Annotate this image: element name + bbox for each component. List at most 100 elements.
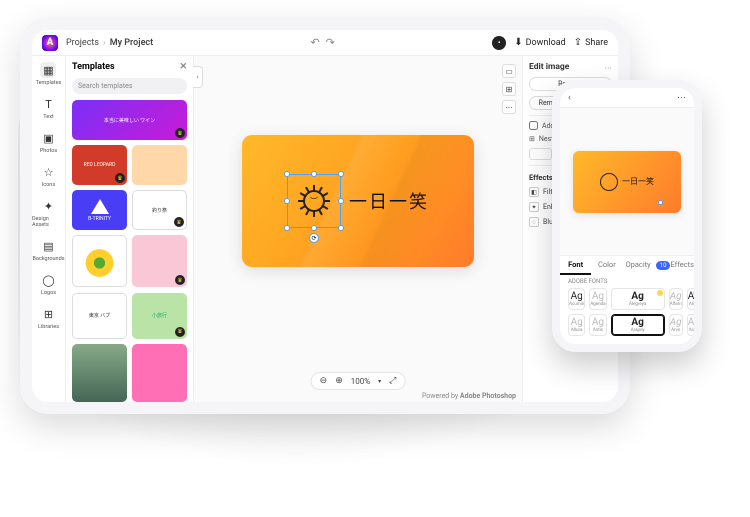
width-field[interactable] xyxy=(529,148,552,160)
templates-panel: Templates ✕ Search templates 本当に美味しい ワイン… xyxy=(66,56,194,402)
tablet-frame: A Projects › My Project ↶ ↷ • ⬇Download … xyxy=(20,18,630,414)
resize-handle[interactable] xyxy=(284,225,290,231)
resize-handle[interactable] xyxy=(284,198,290,204)
font-option-selected[interactable]: AgArapey xyxy=(611,314,665,336)
template-card[interactable]: B-TRINITY xyxy=(72,190,127,230)
share-button[interactable]: ⇪Share xyxy=(574,37,608,48)
phone-tabs: Font Color Opacity 10Effects xyxy=(560,255,694,275)
resize-handle[interactable] xyxy=(338,171,344,177)
page-tool[interactable]: ▭ xyxy=(502,64,516,78)
template-card[interactable]: ♛ xyxy=(132,235,187,287)
zoom-out-icon[interactable]: ⊖ xyxy=(320,376,328,386)
zoom-level[interactable]: 100% xyxy=(351,377,370,386)
resize-handle[interactable] xyxy=(284,171,290,177)
template-card[interactable]: 本当に美味しい ワイン♛ xyxy=(72,100,187,140)
share-icon: ⇪ xyxy=(574,37,582,48)
phone-artboard[interactable]: 一日一笑 xyxy=(573,151,681,213)
template-card[interactable]: 東京 バブ xyxy=(72,293,127,339)
phone-topbar: ‹ ⋯ xyxy=(560,88,694,108)
page-tool[interactable]: ⋯ xyxy=(502,100,516,114)
templates-title: Templates xyxy=(72,62,115,72)
undo-icon[interactable]: ↶ xyxy=(310,36,319,49)
template-card[interactable] xyxy=(132,344,187,402)
page-tool[interactable]: ⊞ xyxy=(502,82,516,96)
breadcrumb-root[interactable]: Projects xyxy=(66,38,99,48)
template-card[interactable]: 釣り祭♛ xyxy=(132,190,187,230)
font-option[interactable]: AgAcumin xyxy=(568,288,585,310)
resize-handle[interactable] xyxy=(658,200,663,205)
expand-icon[interactable]: ⤢ xyxy=(389,376,396,386)
resize-handle[interactable] xyxy=(338,198,344,204)
brand-logo[interactable]: A xyxy=(42,35,58,51)
premium-icon xyxy=(693,290,699,296)
font-option[interactable]: AgAlfarn xyxy=(669,288,683,310)
premium-icon xyxy=(657,290,663,296)
panel-title: Edit image xyxy=(529,62,569,72)
tab-font[interactable]: Font xyxy=(560,256,591,275)
fonts-source-label: ADOBE FONTS xyxy=(560,275,694,288)
footer-text: Powered by Adobe Photoshop xyxy=(422,392,516,400)
sun-graphic xyxy=(600,173,618,191)
nav-photos[interactable]: ▣Photos xyxy=(40,130,57,154)
rotate-handle[interactable]: ⟳ xyxy=(309,233,319,243)
text-icon: T xyxy=(41,96,57,112)
back-button[interactable]: ‹ xyxy=(568,93,571,103)
user-avatar[interactable]: • xyxy=(492,36,506,50)
resize-handle[interactable] xyxy=(338,225,344,231)
search-input[interactable]: Search templates xyxy=(72,78,187,94)
add-to-background-checkbox[interactable] xyxy=(529,121,538,130)
phone-frame: ‹ ⋯ 一日一笑 Font Color Opacity 10Effects AD… xyxy=(552,80,702,352)
nav-logos[interactable]: ◯Logos xyxy=(41,272,57,296)
font-option[interactable]: AgAgenda xyxy=(589,288,606,310)
breadcrumb-project[interactable]: My Project xyxy=(110,38,153,48)
blur-icon: ◌ xyxy=(529,217,539,227)
template-card[interactable]: RED LEOPARD♛ xyxy=(72,145,127,185)
collapse-panel-button[interactable]: ‹ xyxy=(193,66,203,88)
libraries-icon: ⊞ xyxy=(41,306,57,322)
font-option[interactable]: AgArvo xyxy=(669,314,683,336)
nav-icons[interactable]: ☆Icons xyxy=(41,164,57,188)
font-option[interactable]: AgAsap xyxy=(687,314,701,336)
assets-icon: ✦ xyxy=(41,198,57,214)
icons-icon: ☆ xyxy=(41,164,57,180)
panel-more-icon[interactable]: ⋯ xyxy=(605,63,613,72)
canvas[interactable]: ‹ ▭ ⊞ ⋯ ︶ xyxy=(194,56,522,402)
side-nav: ▦Templates TText ▣Photos ☆Icons ✦Design … xyxy=(32,56,66,402)
zoom-in-icon[interactable]: ⊕ xyxy=(335,376,343,386)
premium-icon: ♛ xyxy=(175,327,185,337)
template-card[interactable] xyxy=(72,235,127,287)
tab-color[interactable]: Color xyxy=(591,256,622,275)
nav-backgrounds[interactable]: ▤Backgrounds xyxy=(32,238,64,262)
premium-icon: ♛ xyxy=(115,173,125,183)
tab-effects[interactable]: 10Effects xyxy=(654,256,694,275)
selected-image[interactable]: ︶ xyxy=(287,174,341,228)
more-button[interactable]: ⋯ xyxy=(677,93,686,103)
nav-text[interactable]: TText xyxy=(41,96,57,120)
premium-icon: ♛ xyxy=(174,217,184,227)
resize-handle[interactable] xyxy=(311,171,317,177)
sunflower-image xyxy=(73,248,126,278)
phone-canvas-text[interactable]: 一日一笑 xyxy=(622,176,654,187)
redo-icon[interactable]: ↷ xyxy=(326,36,335,49)
template-card[interactable] xyxy=(72,344,127,402)
font-option[interactable]: AgAlike xyxy=(687,288,701,310)
template-card[interactable]: 小旅行♛ xyxy=(132,293,187,339)
photos-icon: ▣ xyxy=(40,130,56,146)
template-card[interactable] xyxy=(132,145,187,185)
tab-opacity[interactable]: Opacity xyxy=(622,256,653,275)
font-option[interactable]: AgAllura xyxy=(568,314,585,336)
nav-design-assets[interactable]: ✦Design Assets xyxy=(32,198,65,228)
resize-handle[interactable] xyxy=(311,225,317,231)
close-icon[interactable]: ✕ xyxy=(179,62,187,72)
artboard[interactable]: ︶ xyxy=(242,135,474,267)
download-button[interactable]: ⬇Download xyxy=(514,37,565,48)
nav-libraries[interactable]: ⊞Libraries xyxy=(38,306,59,330)
premium-icon: ♛ xyxy=(175,128,185,138)
phone-canvas[interactable]: 一日一笑 xyxy=(560,108,694,255)
top-bar: A Projects › My Project ↶ ↷ • ⬇Download … xyxy=(32,30,618,56)
nav-templates[interactable]: ▦Templates xyxy=(36,62,62,86)
font-option[interactable]: AgAlegreya xyxy=(611,288,665,310)
layout-icon: ⊞ xyxy=(529,135,535,143)
font-option[interactable]: AgAntic xyxy=(589,314,606,336)
canvas-text[interactable]: 一日一笑 xyxy=(349,188,429,214)
